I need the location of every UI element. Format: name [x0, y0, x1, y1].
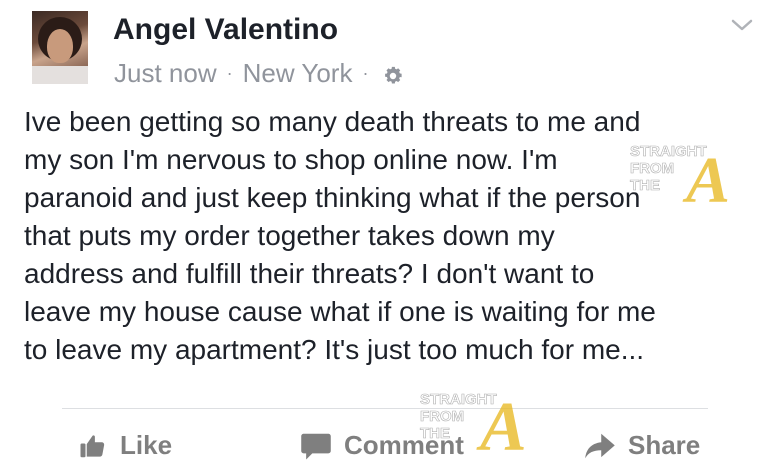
watermark-letter: A	[682, 144, 730, 208]
avatar-face	[47, 29, 73, 63]
action-divider	[62, 408, 708, 409]
location[interactable]: New York	[243, 58, 353, 89]
gear-icon[interactable]	[382, 63, 404, 85]
speech-bubble-icon	[301, 433, 331, 460]
share-arrow-icon	[585, 433, 615, 458]
post-meta: Just now · New York ·	[114, 58, 404, 89]
meta-separator: ·	[362, 63, 369, 83]
meta-separator: ·	[226, 63, 233, 83]
author-name[interactable]: Angel Valentino	[113, 13, 338, 47]
chevron-down-icon[interactable]	[730, 16, 754, 34]
watermark-line3: THE	[420, 425, 450, 442]
like-button[interactable]: Like	[78, 430, 172, 461]
action-bar: Like Comment Share	[0, 424, 768, 474]
watermark-line2: FROM	[420, 408, 464, 425]
watermark-line3: THE	[630, 177, 660, 194]
watermark-letter: A	[476, 389, 527, 456]
facebook-post: Angel Valentino Just now · New York · Iv…	[0, 0, 768, 476]
avatar[interactable]	[32, 11, 88, 84]
watermark-logo: STRAIGHT FROM THE A	[628, 138, 758, 217]
watermark-logo: STRAIGHT FROM THE A	[418, 386, 558, 466]
timestamp[interactable]: Just now	[114, 58, 217, 89]
share-label: Share	[628, 430, 701, 460]
like-label: Like	[120, 430, 173, 460]
watermark-line2: FROM	[630, 160, 674, 177]
thumbs-up-icon	[80, 434, 105, 457]
share-button[interactable]: Share	[584, 430, 700, 461]
avatar-shirt	[32, 66, 88, 84]
